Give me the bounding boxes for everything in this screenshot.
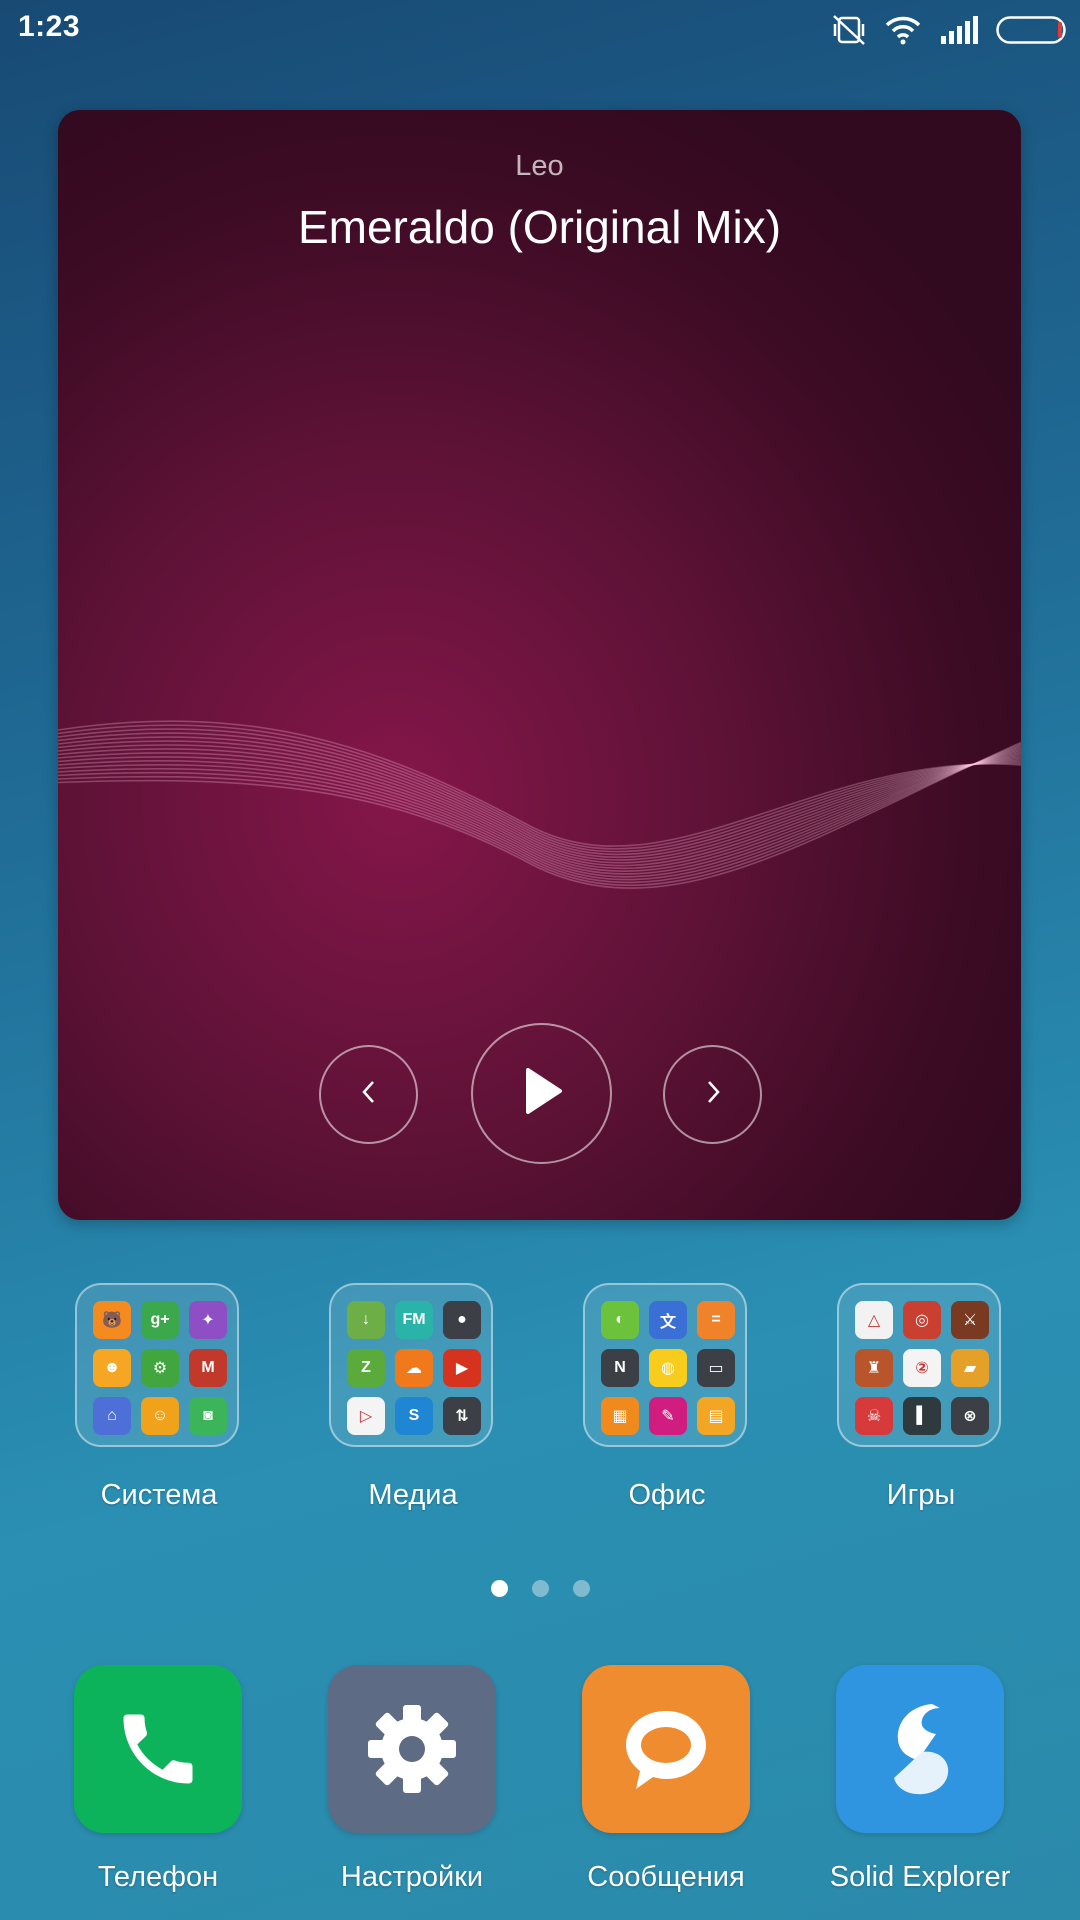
dock-label: Настройки: [340, 1861, 484, 1893]
folder-app-icon: ●: [443, 1301, 481, 1339]
folder-app-icon: ✎: [649, 1397, 687, 1435]
folder-app-icon: ◙: [189, 1397, 227, 1435]
message-bubble-icon: [582, 1665, 750, 1833]
folder-app-icon: Z: [347, 1349, 385, 1387]
folder-app-icon: ▰: [951, 1349, 989, 1387]
sound-wave-decoration: [58, 720, 1021, 889]
folder-media[interactable]: ↓ FM ● Z ☁ ▶ ▷ S ⇅ Медиа: [329, 1283, 497, 1511]
folder-app-icon: ▶: [443, 1349, 481, 1387]
wifi-icon: [884, 15, 922, 45]
vibrate-off-icon: [832, 14, 866, 46]
folder-label: Система: [100, 1479, 218, 1511]
dock-label: Телефон: [97, 1861, 219, 1893]
folder-app-icon: =: [697, 1301, 735, 1339]
wave-line: [58, 749, 1021, 875]
folder-games[interactable]: △ ◎ ⚔ ♜ ② ▰ ☠ ▌ ⊗ Игры: [837, 1283, 1005, 1511]
folder-grid: ↓ FM ● Z ☁ ▶ ▷ S ⇅: [329, 1283, 493, 1447]
page-indicator: [0, 1580, 1080, 1597]
page-dot[interactable]: [490, 1580, 508, 1597]
solid-explorer-icon: [836, 1665, 1004, 1833]
track-title: Emeraldo (Original Mix): [297, 201, 782, 253]
folder-app-icon: N: [601, 1349, 639, 1387]
status-icons: [832, 14, 1066, 46]
folder-app-icon: ♜: [855, 1349, 893, 1387]
chevron-right-icon: [701, 1077, 725, 1112]
dock-label: Сообщения: [587, 1861, 745, 1893]
folder-app-icon: ▦: [601, 1397, 639, 1435]
folder-app-icon: ☠: [855, 1397, 893, 1435]
folder-office[interactable]: ◐ 文 = N ◍ ▭ ▦ ✎ ▤ Офис: [583, 1283, 751, 1511]
folder-app-icon: ◐: [601, 1301, 639, 1339]
folder-app-icon: ⌂: [93, 1397, 131, 1435]
folder-system[interactable]: 🐻 g+ ✦ ☻ ⚙ M ⌂ ☺ ◙ Система: [75, 1283, 243, 1511]
folder-app-icon: 文: [649, 1301, 687, 1339]
folder-app-icon: M: [189, 1349, 227, 1387]
page-dot[interactable]: [531, 1580, 549, 1597]
signal-icon: [940, 16, 978, 44]
play-button[interactable]: [471, 1023, 612, 1164]
folder-app-icon: 🐻: [93, 1301, 131, 1339]
folder-app-icon: ✦: [189, 1301, 227, 1339]
track-artist: Leo: [515, 150, 564, 182]
previous-track-button[interactable]: [319, 1045, 418, 1144]
folder-app-icon: ▷: [347, 1397, 385, 1435]
music-player-widget[interactable]: Leo Emeraldo (Original Mix): [58, 110, 1021, 1220]
phone-icon: [74, 1665, 242, 1833]
next-track-button[interactable]: [663, 1045, 762, 1144]
folder-app-icon: ⇅: [443, 1397, 481, 1435]
dock-app-phone[interactable]: Телефон: [74, 1665, 242, 1893]
folder-app-icon: ◍: [649, 1349, 687, 1387]
folder-app-icon: ▭: [697, 1349, 735, 1387]
dock-app-settings[interactable]: Настройки: [328, 1665, 496, 1893]
folder-grid: ◐ 文 = N ◍ ▭ ▦ ✎ ▤: [583, 1283, 747, 1447]
dock-app-solid-explorer[interactable]: Solid Explorer: [830, 1665, 1010, 1893]
folder-label: Игры: [886, 1479, 956, 1511]
wave-line: [58, 746, 1021, 881]
settings-gear-icon: [328, 1665, 496, 1833]
folder-app-icon: ☺: [141, 1397, 179, 1435]
folder-label: Медиа: [368, 1479, 458, 1511]
dock-label: Solid Explorer: [829, 1861, 1011, 1893]
status-bar: 1:23: [0, 0, 1080, 60]
page-dot[interactable]: [572, 1580, 590, 1597]
folder-app-icon: ⊗: [951, 1397, 989, 1435]
folder-app-icon: ☻: [93, 1349, 131, 1387]
folder-app-icon: ↓: [347, 1301, 385, 1339]
folder-app-icon: ▤: [697, 1397, 735, 1435]
dock-app-messages[interactable]: Сообщения: [582, 1665, 750, 1893]
folder-app-icon: ⚙: [141, 1349, 179, 1387]
folder-app-icon: g+: [141, 1301, 179, 1339]
folder-app-icon: ⚔: [951, 1301, 989, 1339]
chevron-left-icon: [357, 1077, 381, 1112]
folder-app-icon: △: [855, 1301, 893, 1339]
folder-label: Офис: [628, 1479, 706, 1511]
folder-app-icon: ☁: [395, 1349, 433, 1387]
folder-app-icon: S: [395, 1397, 433, 1435]
battery-icon: [996, 16, 1066, 44]
folder-app-icon: ◎: [903, 1301, 941, 1339]
folder-grid: 🐻 g+ ✦ ☻ ⚙ M ⌂ ☺ ◙: [75, 1283, 239, 1447]
status-time: 1:23: [18, 10, 81, 43]
wave-line: [58, 747, 1021, 878]
play-icon: [520, 1066, 564, 1121]
folder-app-icon: ▌: [903, 1397, 941, 1435]
folder-grid: △ ◎ ⚔ ♜ ② ▰ ☠ ▌ ⊗: [837, 1283, 1001, 1447]
folder-app-icon: ②: [903, 1349, 941, 1387]
folder-app-icon: FM: [395, 1301, 433, 1339]
